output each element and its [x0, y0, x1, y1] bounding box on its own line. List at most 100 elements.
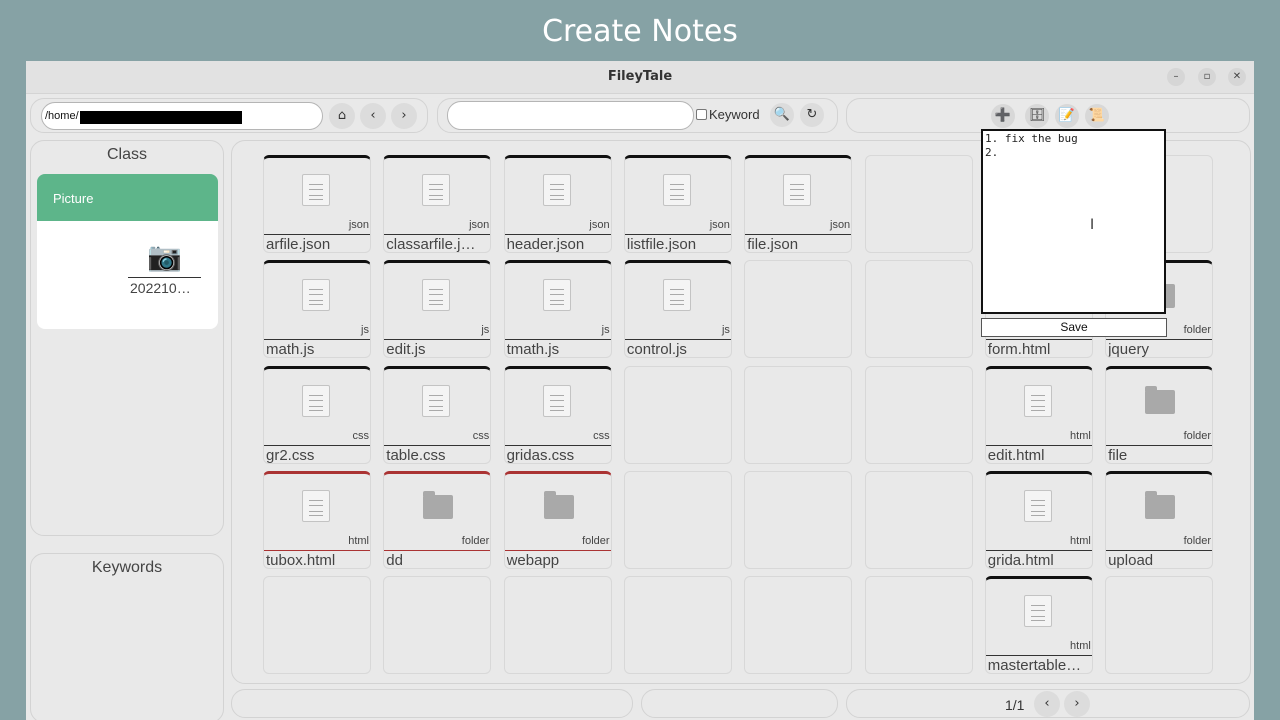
empty-slot [864, 576, 973, 675]
file-underline [624, 234, 731, 235]
file-item[interactable]: json header.json [503, 155, 612, 253]
search-input[interactable] [447, 101, 694, 130]
file-underline [504, 549, 611, 551]
file-name: edit.html [987, 446, 1045, 464]
file-underline [384, 339, 491, 341]
file-ext: folder [461, 534, 490, 547]
folder-icon [423, 490, 454, 519]
title-bar: FileyTale – ▫ ✕ [26, 61, 1254, 94]
file-underline [985, 339, 1092, 341]
empty-slot [623, 365, 732, 464]
close-button[interactable]: ✕ [1228, 68, 1246, 86]
file-icon [542, 174, 571, 206]
empty-slot [864, 470, 973, 569]
keyword-checkbox[interactable] [696, 109, 707, 120]
file-underline [1106, 549, 1213, 551]
file-item[interactable]: html grida.html [984, 470, 1093, 569]
file-ext: html [1070, 534, 1091, 547]
file-name: gridas.css [506, 446, 575, 464]
database-icon[interactable]: 🗄 [1025, 104, 1049, 128]
file-underline [264, 549, 370, 551]
file-underline [384, 444, 491, 446]
file-ext: json [469, 219, 490, 231]
file-ext: html [1070, 429, 1091, 442]
forward-button[interactable]: › [391, 103, 417, 129]
file-underline [624, 339, 731, 341]
empty-slot [744, 576, 853, 675]
empty-slot [864, 365, 973, 464]
file-item[interactable]: json file.json [744, 155, 853, 253]
file-underline [985, 655, 1092, 657]
file-item[interactable]: html mastertable… [984, 576, 1093, 675]
page-indicator: 1/1 [1005, 697, 1025, 713]
file-name: dd [386, 551, 403, 569]
file-item[interactable]: js control.js [623, 260, 732, 359]
back-button[interactable]: ‹ [360, 103, 386, 129]
file-item[interactable]: css gr2.css [263, 365, 371, 464]
scroll-icon[interactable]: 📜 [1085, 104, 1109, 128]
folder-item[interactable]: folder webapp [503, 470, 612, 569]
folder-item[interactable]: folder dd [383, 470, 492, 569]
file-item[interactable]: js tmath.js [503, 260, 612, 359]
file-ext: json [589, 219, 610, 231]
save-button[interactable]: Save [981, 318, 1167, 337]
empty-slot [744, 470, 853, 569]
search-icon[interactable]: 🔍 [770, 103, 794, 127]
thumb-underline [128, 277, 201, 278]
file-name: listfile.json [626, 236, 697, 253]
file-name: tubox.html [266, 551, 336, 569]
file-name: mastertable… [987, 657, 1082, 675]
file-name: webapp [506, 551, 560, 569]
refresh-icon[interactable]: ↻ [800, 103, 824, 127]
plus-icon[interactable]: ➕ [991, 104, 1015, 128]
file-icon [783, 174, 812, 206]
file-underline [384, 234, 491, 235]
file-name: file [1108, 446, 1128, 464]
note-icon[interactable]: 📝 [1055, 104, 1079, 128]
folder-icon [543, 490, 574, 519]
empty-slot [263, 576, 371, 675]
file-name: arfile.json [266, 236, 331, 253]
maximize-button[interactable]: ▫ [1198, 68, 1216, 86]
next-page-button[interactable]: › [1064, 691, 1090, 717]
file-underline [745, 234, 852, 235]
camera-icon[interactable]: 📷 [147, 240, 182, 273]
file-ext: html [348, 534, 369, 547]
path-input[interactable]: /home/ [41, 102, 323, 130]
banner-title: Create Notes [542, 14, 738, 49]
notes-textarea[interactable]: 1. fix the bug 2. [981, 129, 1166, 314]
file-item[interactable]: css table.css [383, 365, 492, 464]
minimize-button[interactable]: – [1167, 68, 1185, 86]
file-item[interactable]: js edit.js [383, 260, 492, 359]
file-ext: folder [582, 534, 610, 547]
thumb-name[interactable]: 202210… [130, 280, 191, 296]
file-ext: folder [1183, 429, 1212, 442]
class-item-picture[interactable]: Picture [37, 174, 218, 221]
file-item[interactable]: html tubox.html [263, 470, 371, 569]
path-text: /home/ [45, 110, 79, 122]
file-name: math.js [266, 341, 315, 359]
file-underline [264, 339, 370, 341]
file-icon [302, 384, 330, 417]
file-ext: js [361, 324, 369, 337]
file-icon [302, 279, 330, 312]
file-name: grida.html [987, 551, 1054, 569]
file-item[interactable]: json listfile.json [623, 155, 732, 253]
file-item[interactable]: html edit.html [984, 365, 1093, 464]
folder-item[interactable]: folder file [1105, 365, 1214, 464]
folder-icon [1145, 490, 1176, 519]
file-underline [1106, 444, 1213, 446]
keyword-label: Keyword [709, 107, 760, 122]
file-item[interactable]: css gridas.css [503, 365, 612, 464]
file-underline [504, 339, 611, 341]
file-item[interactable]: json classarfile.j… [383, 155, 492, 253]
file-icon [662, 174, 691, 206]
empty-slot [744, 260, 853, 359]
home-icon[interactable]: ⌂ [329, 103, 355, 129]
folder-icon [1145, 385, 1176, 414]
folder-item[interactable]: folder upload [1105, 470, 1214, 569]
file-item[interactable]: js math.js [263, 260, 371, 359]
file-item[interactable]: json arfile.json [263, 155, 371, 253]
prev-page-button[interactable]: ‹ [1034, 691, 1060, 717]
keyword-toggle[interactable]: Keyword [696, 107, 760, 122]
